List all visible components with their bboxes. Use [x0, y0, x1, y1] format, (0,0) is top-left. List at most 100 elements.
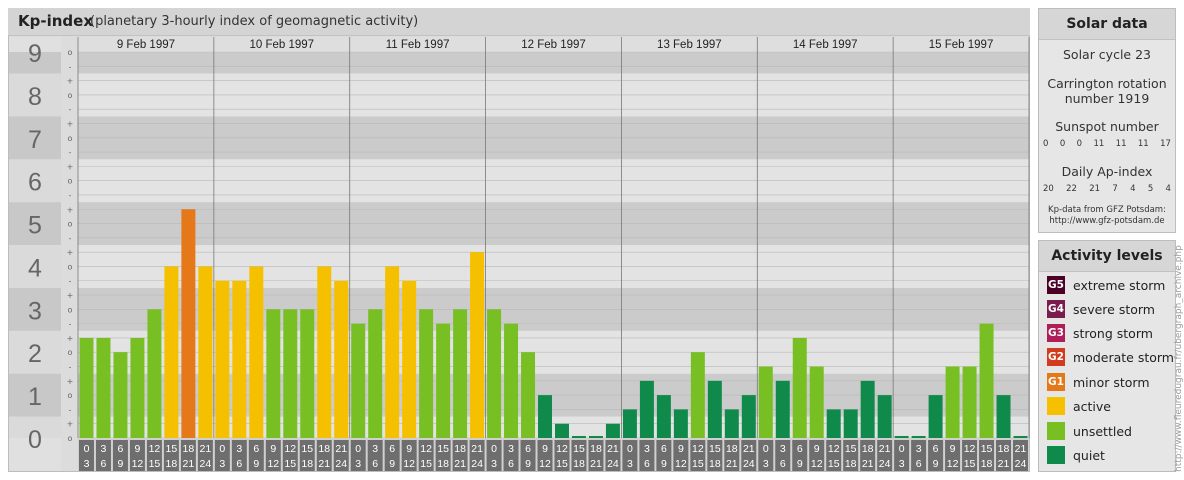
- level-label: unsettled: [1073, 423, 1132, 439]
- hour-end-label: 12: [675, 458, 687, 470]
- y-tick-label: 3: [28, 297, 42, 325]
- hour-end-label: 12: [539, 458, 551, 470]
- hour-start-label: 18: [862, 443, 874, 455]
- kp-bar: [538, 395, 552, 438]
- hour-end-label: 21: [454, 458, 466, 470]
- kp-bar: [147, 309, 162, 438]
- kp-bar: [707, 380, 722, 438]
- hour-end-label: 9: [389, 458, 395, 470]
- hour-end-label: 9: [661, 458, 667, 470]
- level-g3: G3 strong storm: [1047, 323, 1153, 343]
- ap-value: 21: [1089, 184, 1101, 194]
- hour-start-label: 18: [454, 443, 466, 455]
- hour-start-label: 9: [950, 443, 956, 455]
- hour-start-label: 9: [135, 443, 141, 455]
- hour-start-label: 9: [542, 443, 548, 455]
- ap-value: 7: [1112, 184, 1118, 194]
- hour-start-label: 12: [964, 443, 976, 455]
- ap-values: 20 22 21 7 4 5 4: [1043, 184, 1171, 194]
- kp-bar: [555, 423, 569, 438]
- hour-start-label: 21: [200, 443, 212, 455]
- hour-start-label: 3: [101, 443, 107, 455]
- sub-tick-label: o: [68, 391, 73, 400]
- sub-tick-label: o: [68, 305, 73, 314]
- hour-start-label: 12: [284, 443, 296, 455]
- hour-start-label: 15: [301, 443, 313, 455]
- source-link[interactable]: http://www.gfz-potsdam.de: [1039, 216, 1175, 227]
- ap-value: 22: [1066, 184, 1077, 194]
- level-label: extreme storm: [1073, 277, 1166, 293]
- sub-tick-label: -: [69, 191, 72, 200]
- kp-bar: [300, 309, 315, 438]
- carrington-line-1: Carrington rotation: [1047, 76, 1167, 91]
- hour-end-label: 9: [933, 458, 939, 470]
- kp-bar: [945, 366, 960, 438]
- hour-start-label: 9: [270, 443, 276, 455]
- hour-start-label: 21: [743, 443, 755, 455]
- hour-start-label: 15: [166, 443, 178, 455]
- hour-end-label: 9: [525, 458, 531, 470]
- carrington-line-2: number 1919: [1064, 91, 1150, 106]
- kp-bar: [181, 209, 196, 438]
- hour-start-label: 0: [84, 443, 90, 455]
- kp-bar: [758, 366, 773, 438]
- kp-bar: [521, 352, 536, 438]
- kp-bar: [164, 266, 179, 438]
- hour-end-label: 21: [318, 458, 330, 470]
- hour-start-label: 12: [420, 443, 432, 455]
- hour-start-label: 21: [471, 443, 483, 455]
- kp-bar: [96, 337, 111, 438]
- kp-bar: [79, 337, 94, 438]
- hour-start-label: 18: [318, 443, 330, 455]
- hour-start-label: 6: [797, 443, 803, 455]
- kp-bar: [996, 395, 1011, 438]
- kp-bar: [809, 366, 824, 438]
- sub-tick-label: +: [67, 420, 74, 429]
- hour-end-label: 3: [84, 458, 90, 470]
- sunspot-values: 0 0 0 11 11 11 17: [1043, 139, 1171, 149]
- hour-start-label: 12: [828, 443, 840, 455]
- hour-end-label: 18: [301, 458, 313, 470]
- hour-end-label: 24: [335, 458, 347, 470]
- sub-tick-label: o: [68, 348, 73, 357]
- hour-start-label: 9: [814, 443, 820, 455]
- level-label: active: [1073, 398, 1111, 414]
- hour-end-label: 24: [200, 458, 212, 470]
- hour-end-label: 24: [1015, 458, 1027, 470]
- solar-cycle: Solar cycle 23: [1062, 47, 1151, 62]
- kp-bar: [470, 252, 485, 438]
- solar-data-title: Solar data: [1039, 9, 1175, 40]
- hour-start-label: 0: [899, 443, 905, 455]
- kp-bar: [792, 337, 807, 438]
- hour-end-label: 21: [183, 458, 195, 470]
- sub-tick-label: o: [68, 262, 73, 271]
- day-label: 11 Feb 1997: [386, 39, 450, 51]
- hour-start-label: 18: [183, 443, 195, 455]
- kp-bar: [962, 366, 977, 438]
- sub-tick-label: +: [67, 77, 74, 86]
- level-g1: G1 minor storm: [1047, 372, 1150, 392]
- kp-bar: [436, 323, 451, 438]
- sub-tick-label: -: [69, 105, 72, 114]
- kp-bar: [928, 395, 943, 438]
- sub-tick-label: +: [67, 291, 74, 300]
- sub-tick-label: o: [68, 91, 73, 100]
- kp-bar: [487, 309, 502, 438]
- y-tick-label: 5: [28, 212, 42, 240]
- level-swatch: G3: [1047, 324, 1065, 342]
- activity-levels-title: Activity levels: [1039, 241, 1175, 272]
- hour-start-label: 3: [644, 443, 650, 455]
- hour-start-label: 15: [709, 443, 721, 455]
- sub-tick-label: o: [68, 48, 73, 57]
- hour-start-label: 0: [355, 443, 361, 455]
- level-label: minor storm: [1073, 374, 1150, 390]
- y-tick-label: 8: [28, 83, 42, 111]
- sub-tick-label: -: [69, 405, 72, 414]
- level-quiet: quiet: [1047, 445, 1105, 465]
- hour-end-label: 6: [780, 458, 786, 470]
- hour-end-label: 9: [797, 458, 803, 470]
- hour-start-label: 21: [879, 443, 891, 455]
- day-label: 14 Feb 1997: [793, 39, 858, 51]
- plot-band: [78, 52, 1029, 74]
- level-label: strong storm: [1073, 325, 1153, 341]
